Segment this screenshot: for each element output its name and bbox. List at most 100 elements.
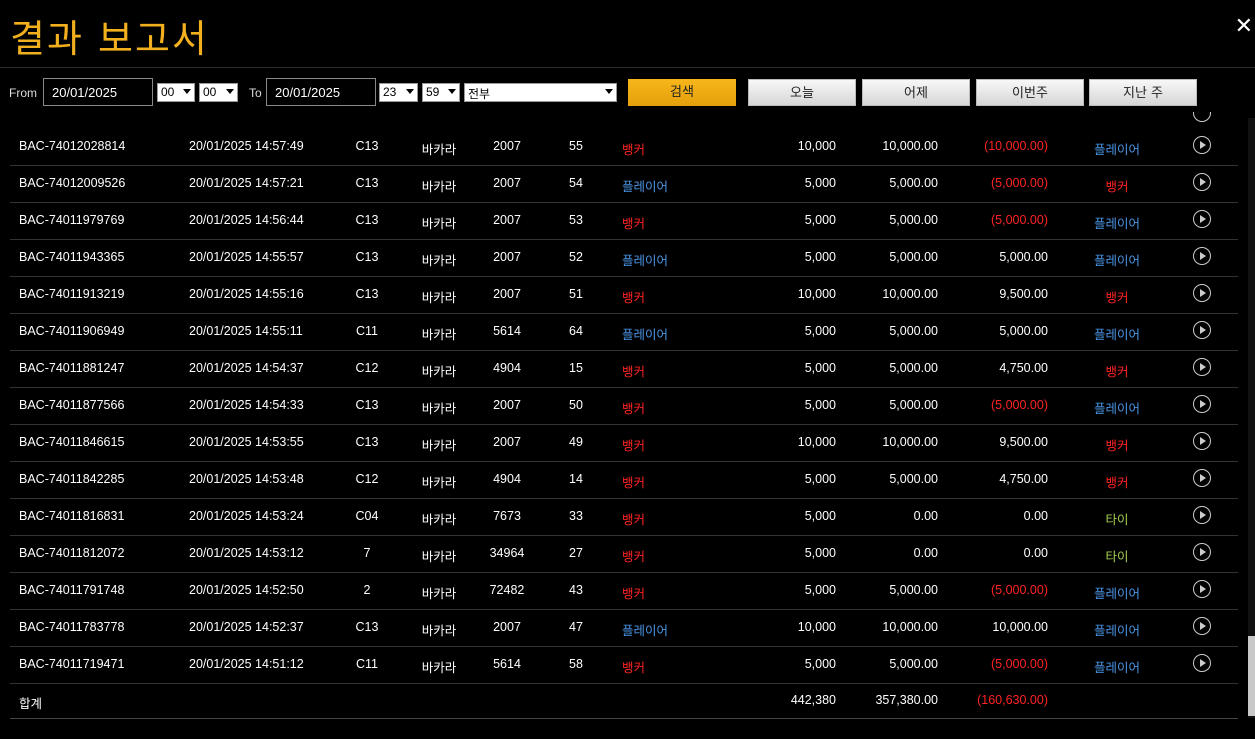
total-winloss: (160,630.00) [977,693,1048,707]
play-icon[interactable] [1193,136,1211,154]
play-icon[interactable] [1193,469,1211,487]
play-icon[interactable] [1193,506,1211,524]
play-icon[interactable] [1193,580,1211,598]
row-datetime: 20/01/2025 14:53:48 [189,472,304,486]
row-amount: 5,000 [804,583,836,597]
row-game: 바카라 [421,254,457,268]
row-valid: 5,000.00 [889,583,938,597]
play-icon[interactable] [1193,210,1211,228]
play-icon[interactable] [1193,432,1211,450]
row-game: 바카라 [421,476,457,490]
row-id: BAC-74011719471 [19,657,125,671]
row-result: 플레이어 [1093,587,1140,601]
row-table: C13 [355,398,379,412]
row-table: C13 [355,435,379,449]
today-button[interactable]: 오늘 [748,79,856,106]
row-amount: 10,000 [797,287,836,301]
row-winloss: (5,000.00) [991,657,1048,671]
row-round: 2007 [493,139,521,153]
play-icon[interactable] [1193,247,1211,265]
table-row: BAC-74011846615 20/01/2025 14:53:55 C13 바카라… [10,424,1238,462]
row-winloss: 0.00 [1023,546,1048,560]
row-winloss: (5,000.00) [991,398,1048,412]
row-game: 바카라 [421,328,457,342]
table-row: BAC-74012028814 20/01/2025 14:57:49 C13 바카라… [10,128,1238,166]
table-row: BAC-74011877566 20/01/2025 14:54:33 C13 바카라… [10,387,1238,425]
row-winloss: 5,000.00 [999,250,1048,264]
row-round: 72482 [489,583,525,597]
row-game: 바카라 [421,661,457,675]
row-id: BAC-74011943365 [19,250,125,264]
row-datetime: 20/01/2025 14:54:33 [189,398,304,412]
row-valid: 5,000.00 [889,250,938,264]
game-type-select[interactable]: 전부 [464,83,617,102]
row-game: 바카라 [421,365,457,379]
from-date-input[interactable]: 20/01/2025 [43,78,153,106]
row-shoe: 47 [569,620,583,634]
table-row: BAC-74011783778 20/01/2025 14:52:37 C13 바카라… [10,609,1238,647]
close-icon[interactable]: ✕ [1235,14,1253,39]
row-round: 4904 [493,472,521,486]
row-round: 4904 [493,361,521,375]
row-amount: 10,000 [797,620,836,634]
row-round: 2007 [493,435,521,449]
play-icon[interactable] [1193,617,1211,635]
table-row: BAC-74011816831 20/01/2025 14:53:24 C04 바카라… [10,498,1238,536]
scrollbar[interactable] [1248,118,1255,718]
row-amount: 5,000 [804,361,836,375]
from-minute-select[interactable]: 00 [199,83,238,102]
row-table: C13 [355,176,379,190]
row-result: 플레이어 [1093,254,1140,268]
row-valid: 5,000.00 [889,324,938,338]
to-date-input[interactable]: 20/01/2025 [266,78,376,106]
total-amount: 442,380 [790,693,836,707]
row-bet: 플레이어 [622,180,669,194]
row-datetime: 20/01/2025 14:53:12 [189,546,304,560]
row-shoe: 50 [569,398,583,412]
scrollbar-thumb[interactable] [1248,636,1255,716]
row-amount: 5,000 [804,398,836,412]
row-game: 바카라 [421,624,457,638]
last-week-button[interactable]: 지난 주 [1089,79,1197,106]
play-icon[interactable] [1193,173,1211,191]
row-table: C12 [355,361,379,375]
row-winloss: (5,000.00) [991,213,1048,227]
row-shoe: 14 [569,472,583,486]
row-valid: 5,000.00 [889,657,938,671]
row-result: 플레이어 [1093,143,1140,157]
row-valid: 5,000.00 [889,213,938,227]
play-icon[interactable] [1193,321,1211,339]
row-id: BAC-74011846615 [19,435,125,449]
chevron-down-icon [183,89,191,94]
row-amount: 5,000 [804,509,836,523]
row-datetime: 20/01/2025 14:53:24 [189,509,304,523]
row-bet: 뱅커 [622,365,646,379]
row-bet: 뱅커 [622,291,646,305]
play-icon[interactable] [1193,284,1211,302]
to-minute-select[interactable]: 59 [422,83,460,102]
row-result: 뱅커 [1105,180,1129,194]
table-row: BAC-74011979769 20/01/2025 14:56:44 C13 바카라… [10,202,1238,240]
play-icon[interactable] [1193,358,1211,376]
search-button[interactable]: 검색 [628,79,736,106]
row-amount: 5,000 [804,250,836,264]
play-icon[interactable] [1193,395,1211,413]
row-result: 플레이어 [1093,661,1140,675]
to-hour-select[interactable]: 23 [379,83,418,102]
row-shoe: 54 [569,176,583,190]
from-hour-select[interactable]: 00 [157,83,195,102]
play-icon[interactable] [1193,654,1211,672]
this-week-button[interactable]: 이번주 [976,79,1084,106]
play-icon[interactable] [1193,543,1211,561]
row-table: C11 [355,324,378,338]
row-bet: 뱅커 [622,513,646,527]
row-shoe: 33 [569,509,583,523]
row-round: 2007 [493,250,521,264]
row-datetime: 20/01/2025 14:55:16 [189,287,304,301]
row-result: 뱅커 [1105,476,1129,490]
filter-bar: From 20/01/2025 00 00 To 20/01/2025 23 5… [0,78,1255,108]
yesterday-button[interactable]: 어제 [862,79,970,106]
table-row: BAC-74011943365 20/01/2025 14:55:57 C13 바카라… [10,239,1238,277]
row-round: 2007 [493,287,521,301]
row-shoe: 27 [569,546,583,560]
